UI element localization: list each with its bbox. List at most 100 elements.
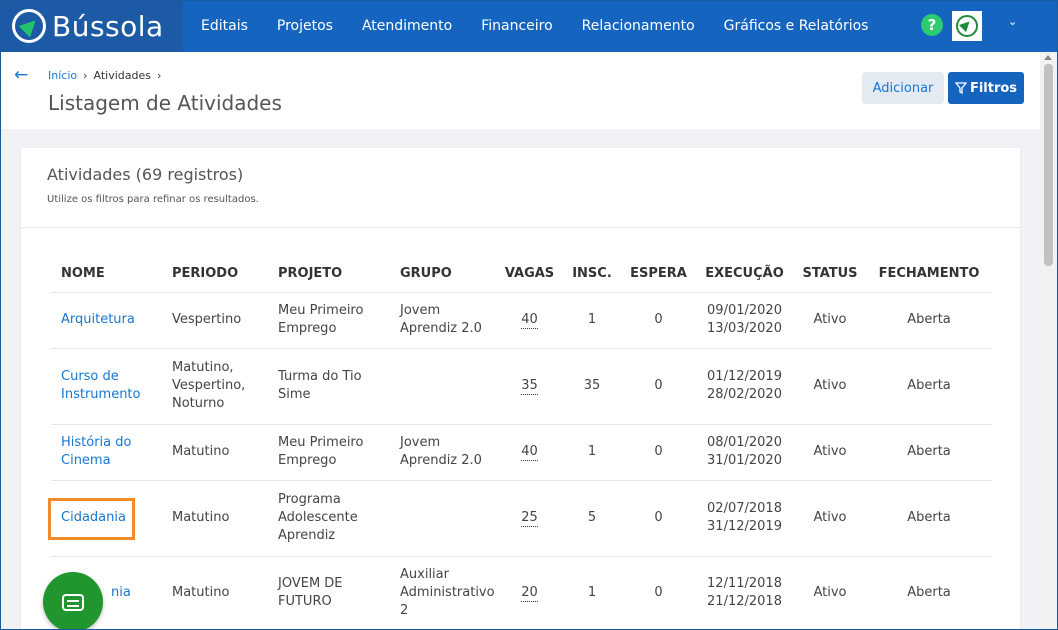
cell-grupo <box>390 348 496 425</box>
nav-item-editais[interactable]: Editais <box>201 18 248 34</box>
scrollbar-thumb[interactable] <box>1044 64 1053 266</box>
cell-execucao-end: 21/12/2018 <box>707 594 782 609</box>
cell-fechamento: Aberta <box>867 348 991 425</box>
main-nav: Editais Projetos Atendimento Financeiro … <box>201 0 897 52</box>
compass-logo-icon <box>12 9 46 43</box>
cell-fechamento: Aberta <box>867 556 991 630</box>
nav-item-financeiro[interactable]: Financeiro <box>481 18 552 34</box>
cell-status: Ativo <box>793 292 867 349</box>
cell-espera: 0 <box>621 292 696 349</box>
page-title: Listagem de Atividades <box>48 91 282 115</box>
cell-periodo: Matutino, Vespertino, Noturno <box>162 348 268 425</box>
cell-espera: 0 <box>621 556 696 630</box>
table-row: História do Cinema Matutino Meu Primeiro… <box>51 424 991 481</box>
nav-item-graficos-relatorios[interactable]: Gráficos e Relatórios <box>724 18 869 34</box>
cell-espera: 0 <box>621 348 696 425</box>
filter-button[interactable]: Filtros <box>948 72 1024 104</box>
cell-grupo: Auxiliar Administrativo 2 <box>390 556 496 630</box>
add-button[interactable]: Adicionar <box>862 72 944 104</box>
app-logo[interactable]: Bússola <box>0 0 183 52</box>
cell-execucao-end: 28/02/2020 <box>707 387 782 402</box>
cell-periodo: Vespertino <box>162 292 268 349</box>
breadcrumb: Início › Atividades › <box>48 69 167 82</box>
column-header-vagas[interactable]: VAGAS <box>496 255 563 293</box>
cell-insc: 1 <box>563 556 621 630</box>
column-header-grupo[interactable]: GRUPO <box>390 255 496 293</box>
column-header-insc[interactable]: INSC. <box>563 255 621 293</box>
cell-vagas[interactable]: 35 <box>521 378 538 395</box>
card-title: Atividades (69 registros) <box>47 165 244 184</box>
cell-execucao-start: 09/01/2020 <box>707 303 782 318</box>
table-header-row: NOME PERIODO PROJETO GRUPO VAGAS INSC. E… <box>51 255 991 293</box>
cell-fechamento: Aberta <box>867 292 991 349</box>
cell-periodo: Matutino <box>162 424 268 481</box>
page-header: ← Início › Atividades › Listagem de Ativ… <box>0 52 1040 129</box>
filter-button-label: Filtros <box>969 80 1018 96</box>
chevron-down-icon[interactable]: ⌄ <box>1008 15 1017 28</box>
activity-name-link[interactable]: Arquitetura <box>61 312 135 327</box>
cell-grupo: Jovem Aprendiz 2.0 <box>390 424 496 481</box>
cell-vagas[interactable]: 40 <box>521 312 538 329</box>
scrollbar[interactable] <box>1040 52 1057 630</box>
cell-execucao-start: 08/01/2020 <box>707 435 782 450</box>
cell-fechamento: Aberta <box>867 424 991 481</box>
cell-projeto: Programa Adolescente Aprendiz <box>268 480 390 557</box>
cell-status: Ativo <box>793 348 867 425</box>
cell-insc: 1 <box>563 424 621 481</box>
compass-avatar-icon <box>956 15 978 37</box>
cell-execucao-start: 01/12/2019 <box>707 369 782 384</box>
cell-periodo: Matutino <box>162 556 268 630</box>
chat-icon <box>62 593 84 611</box>
column-header-status[interactable]: STATUS <box>793 255 867 293</box>
cell-vagas[interactable]: 25 <box>521 510 538 527</box>
cell-execucao-end: 13/03/2020 <box>707 321 782 336</box>
cell-execucao-start: 02/07/2018 <box>707 501 782 516</box>
table-row: Arquitetura Vespertino Meu Primeiro Empr… <box>51 292 991 349</box>
nav-item-projetos[interactable]: Projetos <box>277 18 333 34</box>
cell-status: Ativo <box>793 480 867 557</box>
cell-espera: 0 <box>621 480 696 557</box>
divider <box>21 227 1020 228</box>
nav-item-relacionamento[interactable]: Relacionamento <box>582 18 695 34</box>
funnel-icon <box>954 82 967 94</box>
logo-text: Bússola <box>52 9 164 43</box>
table-row: Cidadania Matutino Programa Adolescente … <box>51 480 991 557</box>
activity-name-link[interactable]: Cidadania <box>61 510 126 525</box>
column-header-nome[interactable]: NOME <box>51 255 162 293</box>
table-row: nia Matutino JOVEM DE FUTURO Auxiliar Ad… <box>51 556 991 630</box>
cell-insc: 5 <box>563 480 621 557</box>
question-circle-icon[interactable]: ? <box>921 14 943 36</box>
avatar[interactable] <box>952 11 982 41</box>
breadcrumb-home[interactable]: Início <box>48 69 77 82</box>
cell-fechamento: Aberta <box>867 480 991 557</box>
column-header-espera[interactable]: ESPERA <box>621 255 696 293</box>
cell-execucao-start: 12/11/2018 <box>707 576 782 591</box>
cell-projeto: Meu Primeiro Emprego <box>268 424 390 481</box>
cell-execucao-end: 31/01/2020 <box>707 453 782 468</box>
activities-table: NOME PERIODO PROJETO GRUPO VAGAS INSC. E… <box>51 255 991 630</box>
card-subtitle: Utilize os filtros para refinar os resul… <box>47 194 259 205</box>
cell-status: Ativo <box>793 556 867 630</box>
cell-insc: 35 <box>563 348 621 425</box>
column-header-periodo[interactable]: PERIODO <box>162 255 268 293</box>
column-header-projeto[interactable]: PROJETO <box>268 255 390 293</box>
cell-espera: 0 <box>621 424 696 481</box>
top-navbar: Bússola Editais Projetos Atendimento Fin… <box>0 0 1058 52</box>
breadcrumb-current: Atividades <box>93 69 151 82</box>
cell-vagas[interactable]: 20 <box>521 585 538 602</box>
cell-projeto: JOVEM DE FUTURO <box>268 556 390 630</box>
cell-vagas[interactable]: 40 <box>521 444 538 461</box>
activity-name-link[interactable]: Curso de Instrumento <box>61 369 140 402</box>
activity-name-link[interactable]: História do Cinema <box>61 435 131 468</box>
cell-projeto: Meu Primeiro Emprego <box>268 292 390 349</box>
cell-status: Ativo <box>793 424 867 481</box>
scroll-up-icon[interactable] <box>1044 55 1052 60</box>
arrow-left-icon[interactable]: ← <box>14 65 28 85</box>
breadcrumb-separator: › <box>157 69 162 82</box>
column-header-execucao[interactable]: EXECUÇÃO <box>696 255 793 293</box>
column-header-fechamento[interactable]: FECHAMENTO <box>867 255 991 293</box>
chat-button[interactable] <box>43 572 103 630</box>
nav-item-atendimento[interactable]: Atendimento <box>362 18 452 34</box>
activity-name-link[interactable]: nia <box>111 585 131 600</box>
cell-grupo <box>390 480 496 557</box>
